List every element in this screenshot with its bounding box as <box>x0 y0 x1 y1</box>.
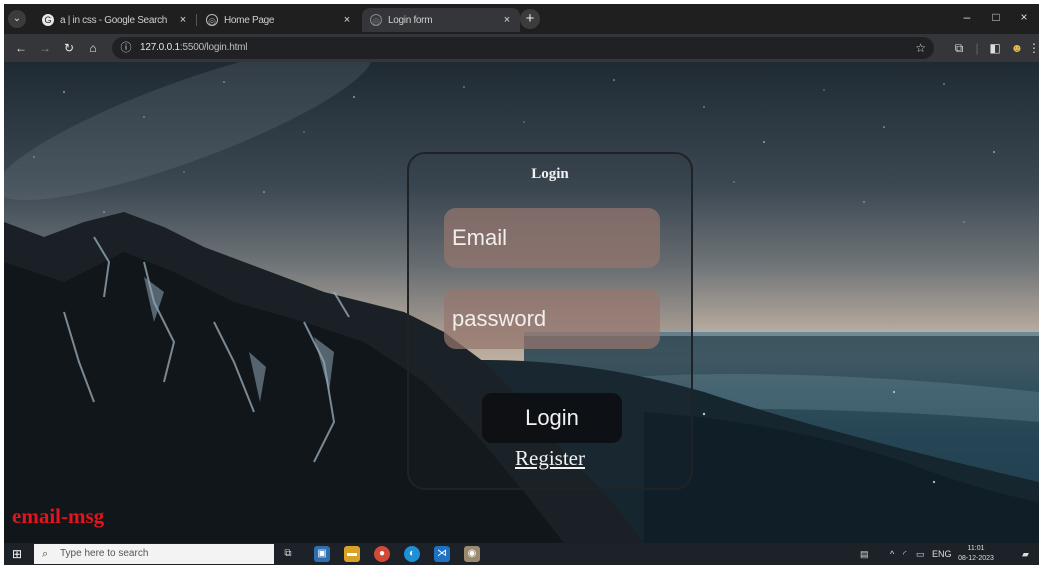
google-icon: G <box>42 14 54 26</box>
profile-avatar-icon[interactable]: ☻ <box>1008 39 1026 57</box>
tab-login-form[interactable]: ◎ Login form × <box>362 8 520 32</box>
show-hidden-icons[interactable]: ^ <box>890 546 894 562</box>
login-form-card: Login Login Register <box>407 152 693 490</box>
extensions-icon[interactable]: ⧉ <box>950 39 968 57</box>
close-icon[interactable]: × <box>340 14 354 26</box>
network-icon[interactable]: ◜ <box>903 546 907 562</box>
toolbar-divider: | <box>975 41 979 55</box>
tab-title: a | in css - Google Search <box>60 14 168 26</box>
store-icon[interactable]: ▣ <box>314 546 330 562</box>
close-icon[interactable]: × <box>176 14 190 26</box>
url-text: 127.0.0.1:5500/login.html <box>140 37 248 59</box>
language-indicator[interactable]: ENG <box>932 546 952 562</box>
reload-icon[interactable]: ↻ <box>60 39 78 57</box>
minimize-button[interactable]: – <box>957 10 977 24</box>
side-panel-icon[interactable]: ◧ <box>986 39 1004 57</box>
globe-icon: ◎ <box>206 14 218 26</box>
home-icon[interactable]: ⌂ <box>84 39 102 57</box>
tab-title: Login form <box>388 14 433 26</box>
tab-search-icon[interactable]: ⌄ <box>8 10 26 28</box>
browser-tab-strip: ⌄ G a | in css - Google Search × ◎ Home … <box>4 4 1039 34</box>
password-field[interactable] <box>444 289 660 349</box>
login-title: Login <box>531 166 569 182</box>
chrome-icon[interactable]: ● <box>374 546 390 562</box>
login-button[interactable]: Login <box>482 393 622 443</box>
keyboard-icon[interactable]: ▤ <box>860 546 869 562</box>
close-icon[interactable]: × <box>500 14 514 26</box>
edge-icon[interactable]: ◐ <box>404 546 420 562</box>
address-bar[interactable]: ⓘ 127.0.0.1:5500/login.html ☆ <box>112 37 934 59</box>
search-icon: ⌕ <box>42 548 49 560</box>
bookmark-star-icon[interactable]: ☆ <box>915 40 926 56</box>
vscode-icon[interactable]: ⋊ <box>434 546 450 562</box>
battery-icon[interactable]: ▭ <box>916 546 925 562</box>
tab-divider <box>196 14 197 26</box>
tab-home-page[interactable]: ◎ Home Page × <box>198 8 360 32</box>
maximize-button[interactable]: □ <box>986 10 1006 24</box>
site-info-icon[interactable]: ⓘ <box>118 40 134 56</box>
register-link[interactable]: Register <box>409 446 691 471</box>
file-explorer-icon[interactable]: ▬ <box>344 546 360 562</box>
windows-taskbar: ⊞ ⌕ Type here to search ⧉ ▣ ▬ ● ◐ ⋊ ◉ ▤ … <box>4 543 1039 565</box>
email-field[interactable] <box>444 208 660 268</box>
notifications-icon[interactable]: ▰ <box>1022 546 1029 562</box>
clock-date: 08-12-2023 <box>958 555 994 562</box>
close-window-button[interactable]: × <box>1014 10 1034 24</box>
clock-time: 11:01 <box>967 545 985 552</box>
forward-arrow-icon[interactable]: → <box>36 39 54 57</box>
globe-icon: ◎ <box>370 14 382 26</box>
back-arrow-icon[interactable]: ← <box>12 39 30 57</box>
more-menu-icon[interactable]: ⋮ <box>1028 39 1039 57</box>
taskbar-search-box[interactable]: ⌕ Type here to search <box>34 544 274 564</box>
tab-google-search[interactable]: G a | in css - Google Search × <box>34 8 196 32</box>
new-tab-button[interactable]: + <box>520 9 540 29</box>
chrome-active-icon[interactable]: ◉ <box>464 546 480 562</box>
taskbar-clock[interactable]: 11:01 08-12-2023 <box>954 544 998 564</box>
url-host: 127.0.0.1 <box>140 42 180 53</box>
taskbar-search-placeholder: Type here to search <box>60 548 149 559</box>
page-viewport: Login Login Register email-msg <box>4 62 1039 543</box>
task-view-icon[interactable]: ⧉ <box>280 546 296 562</box>
tab-title: Home Page <box>224 14 275 26</box>
windows-start-icon[interactable]: ⊞ <box>10 547 24 561</box>
email-error-message: email-msg <box>12 504 105 528</box>
screen: ⌄ G a | in css - Google Search × ◎ Home … <box>4 4 1039 565</box>
url-path: :5500/login.html <box>179 42 248 53</box>
browser-toolbar: ← → ↻ ⌂ ⓘ 127.0.0.1:5500/login.html ☆ ⧉ … <box>4 34 1039 62</box>
